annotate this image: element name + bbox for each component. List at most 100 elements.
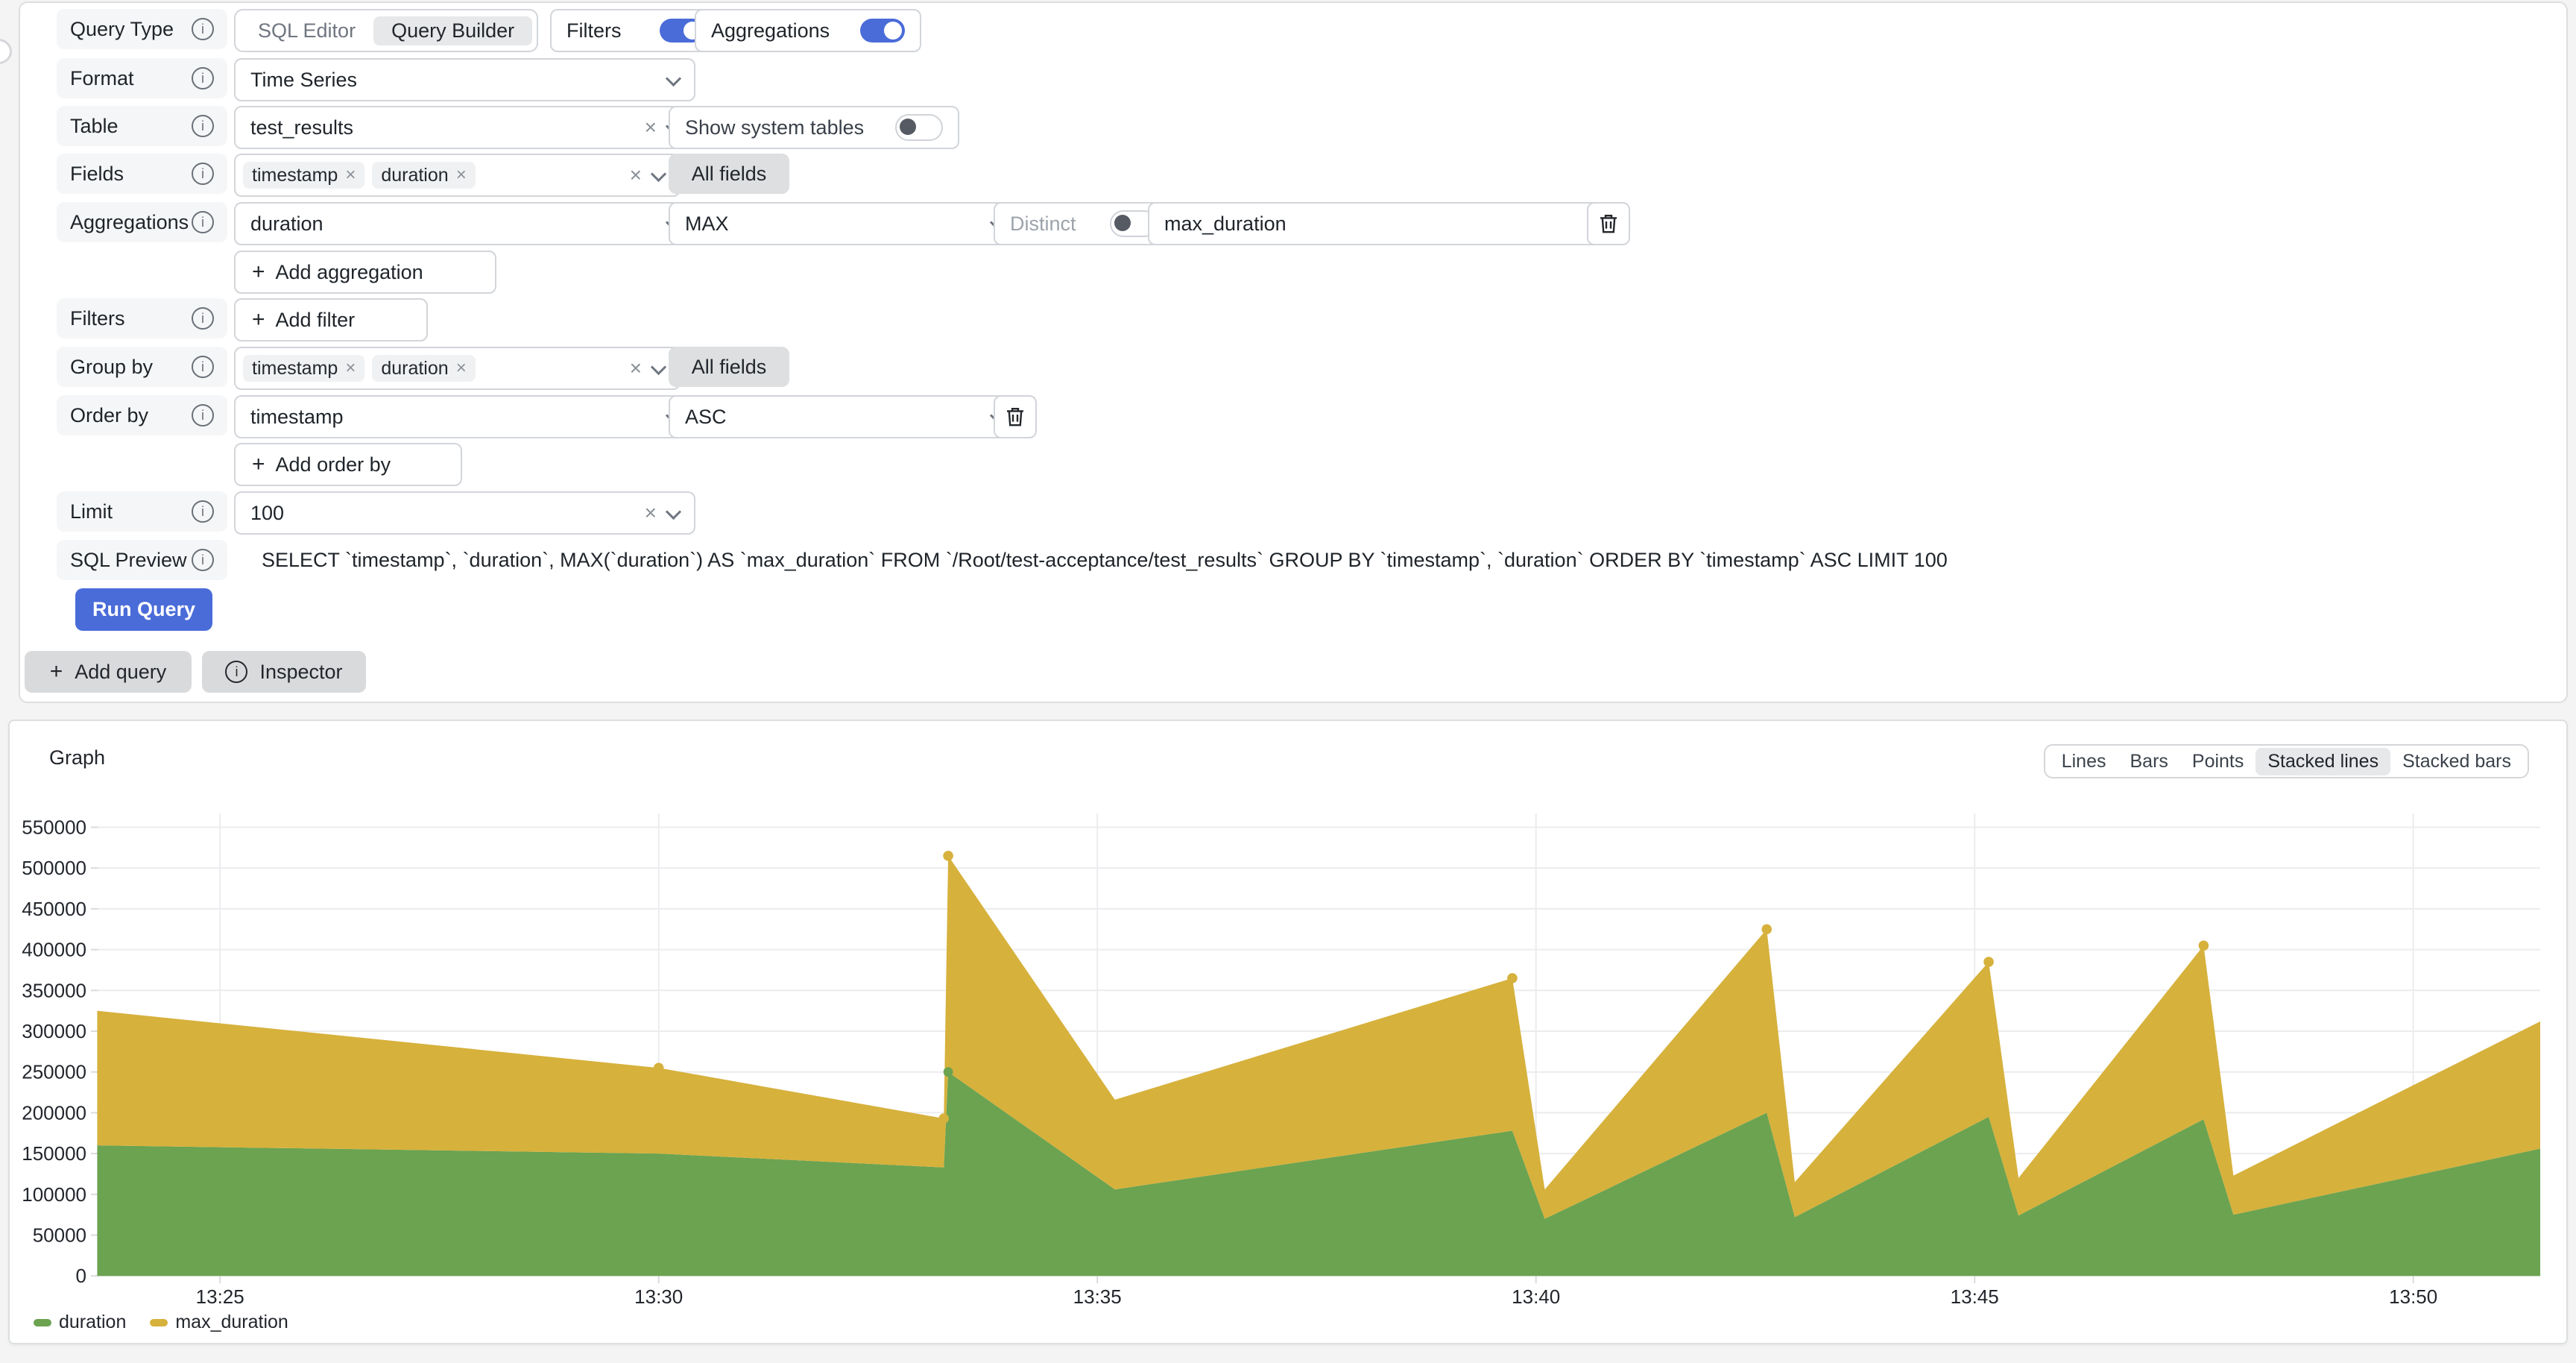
add-order-by-button[interactable]: + Add order by	[234, 443, 462, 486]
table-label: Table	[70, 114, 119, 137]
remove-tag-icon[interactable]: ×	[345, 165, 356, 186]
fields-all-fields-button[interactable]: All fields	[669, 154, 789, 194]
sql-preview-text: SELECT `timestamp`, `duration`, MAX(`dur…	[262, 548, 1948, 571]
svg-text:500000: 500000	[22, 857, 86, 879]
remove-tag-icon[interactable]: ×	[456, 358, 467, 379]
svg-text:350000: 350000	[22, 979, 86, 1001]
field-tag: duration ×	[372, 162, 476, 189]
table-select[interactable]: test_results ×	[234, 106, 695, 149]
format-select[interactable]: Time Series	[234, 58, 695, 101]
svg-text:100000: 100000	[22, 1183, 86, 1206]
remove-tag-icon[interactable]: ×	[345, 358, 356, 379]
chevron-down-icon	[650, 359, 667, 376]
order-by-direction-select[interactable]: ASC	[669, 395, 1020, 438]
info-icon[interactable]: i	[192, 307, 214, 330]
info-icon[interactable]: i	[192, 67, 214, 89]
group-by-all-fields-button[interactable]: All fields	[669, 347, 789, 387]
distinct-toggle-box: Distinct	[994, 202, 1174, 245]
show-system-tables-toggle[interactable]	[895, 114, 943, 141]
clear-icon[interactable]: ×	[630, 348, 642, 388]
aggregation-function-value: MAX	[685, 212, 729, 235]
svg-text:13:40: 13:40	[1512, 1285, 1560, 1308]
clear-icon[interactable]: ×	[630, 155, 642, 195]
run-query-button[interactable]: Run Query	[75, 588, 212, 631]
svg-text:300000: 300000	[22, 1020, 86, 1042]
filters-label: Filters	[70, 306, 125, 330]
filters-toggle-label: Filters	[566, 19, 622, 42]
table-label-box: Table i	[57, 106, 227, 146]
trash-icon	[1007, 408, 1023, 426]
trash-icon	[1600, 215, 1617, 233]
plus-icon: +	[49, 659, 63, 684]
query-type-segmented: SQL Editor Query Builder	[234, 9, 539, 52]
svg-text:0: 0	[76, 1265, 86, 1287]
plus-icon: +	[252, 307, 265, 332]
group-by-label-box: Group by i	[57, 347, 227, 387]
legend-item-duration[interactable]: duration	[34, 1312, 126, 1333]
info-icon[interactable]: i	[192, 549, 214, 571]
fields-label: Fields	[70, 162, 124, 185]
query-type-label: Query Type	[70, 17, 174, 40]
graph-panel: Graph Lines Bars Points Stacked lines St…	[8, 720, 2568, 1344]
aggregation-alias-input[interactable]: max_duration	[1148, 202, 1613, 245]
info-icon[interactable]: i	[192, 356, 214, 378]
delete-order-by-button[interactable]	[994, 395, 1037, 438]
add-filter-button[interactable]: + Add filter	[234, 298, 428, 341]
panel-edge-artifact	[0, 39, 12, 64]
add-aggregation-button[interactable]: + Add aggregation	[234, 251, 496, 294]
tab-query-builder[interactable]: Query Builder	[373, 16, 533, 45]
legend-item-max-duration[interactable]: max_duration	[150, 1312, 288, 1333]
svg-text:13:45: 13:45	[1951, 1285, 1999, 1308]
aggregations-toggle[interactable]	[860, 19, 905, 43]
limit-label-box: Limit i	[57, 491, 227, 532]
info-icon[interactable]: i	[192, 115, 214, 137]
order-by-column-select[interactable]: timestamp	[234, 395, 695, 438]
chevron-down-icon	[665, 70, 682, 87]
sql-preview-label: SQL Preview	[70, 548, 187, 571]
plus-icon: +	[252, 259, 265, 284]
group-by-label: Group by	[70, 355, 154, 378]
svg-text:450000: 450000	[22, 898, 86, 920]
plus-icon: +	[252, 452, 265, 476]
delete-aggregation-button[interactable]	[1587, 202, 1630, 245]
format-label: Format	[70, 66, 134, 89]
info-icon[interactable]: i	[192, 211, 214, 233]
page-root: Query Type i SQL Editor Query Builder Fi…	[0, 0, 2576, 1363]
group-by-multiselect[interactable]: timestamp × duration × ×	[234, 347, 681, 390]
chart-plot-area[interactable]: 0 50000 100000 150000 200000 250000 300000 3500…	[10, 721, 2569, 1346]
aggregation-function-select[interactable]: MAX	[669, 202, 1020, 245]
info-icon[interactable]: i	[192, 163, 214, 185]
info-icon[interactable]: i	[192, 404, 214, 426]
show-system-tables-box: Show system tables	[669, 106, 959, 149]
distinct-label: Distinct	[1010, 212, 1076, 235]
tab-sql-editor[interactable]: SQL Editor	[240, 16, 373, 45]
limit-value: 100	[250, 501, 285, 524]
clear-icon[interactable]: ×	[645, 493, 657, 533]
svg-text:13:50: 13:50	[2389, 1285, 2437, 1308]
aggregation-column-select[interactable]: duration	[234, 202, 695, 245]
aggregations-label: Aggregations	[70, 210, 189, 233]
format-label-box: Format i	[57, 58, 227, 98]
group-by-tag: timestamp ×	[243, 355, 365, 382]
info-icon[interactable]: i	[192, 18, 214, 40]
format-value: Time Series	[250, 68, 358, 91]
field-tag: timestamp ×	[243, 162, 365, 189]
order-by-column-value: timestamp	[250, 405, 344, 428]
add-query-button[interactable]: + Add query	[25, 651, 192, 693]
order-by-direction-value: ASC	[685, 405, 727, 428]
svg-text:13:35: 13:35	[1073, 1285, 1122, 1308]
duration-swatch-icon	[34, 1318, 51, 1326]
filters-label-box: Filters i	[57, 298, 227, 339]
remove-tag-icon[interactable]: ×	[456, 165, 467, 186]
svg-text:550000: 550000	[22, 816, 86, 839]
group-by-tag: duration ×	[372, 355, 476, 382]
limit-select[interactable]: 100 ×	[234, 491, 695, 535]
info-icon[interactable]: i	[192, 500, 214, 523]
show-system-tables-label: Show system tables	[685, 116, 865, 139]
inspector-button[interactable]: i Inspector	[202, 651, 366, 693]
query-type-label-box: Query Type i	[57, 9, 227, 49]
chevron-down-icon	[665, 503, 682, 520]
inspector-icon: i	[225, 661, 248, 683]
fields-multiselect[interactable]: timestamp × duration × ×	[234, 154, 681, 197]
clear-icon[interactable]: ×	[645, 107, 657, 148]
